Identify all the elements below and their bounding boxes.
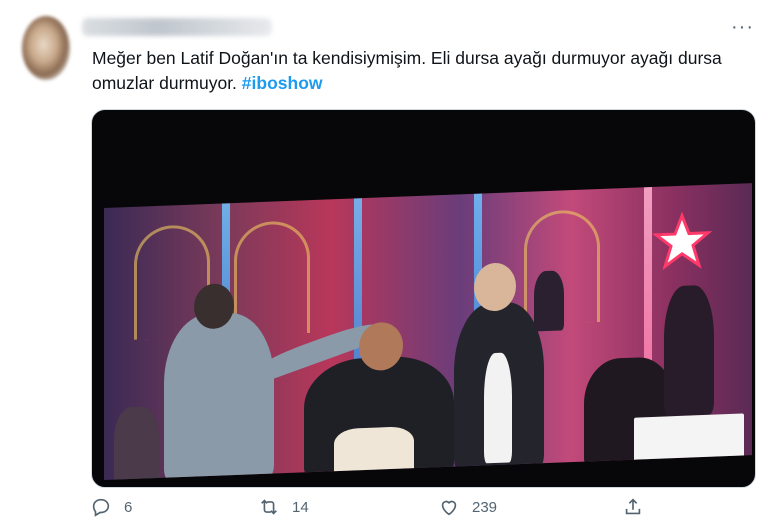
blurred-username	[82, 18, 272, 36]
avatar[interactable]	[22, 16, 70, 80]
heart-icon	[441, 500, 457, 516]
reply-count: 6	[124, 498, 133, 516]
tweet-actions: 6 14 239	[90, 496, 750, 520]
star-logo-icon	[652, 211, 712, 271]
retweet-icon	[261, 499, 277, 515]
tweet-body: Meğer ben Latif Doğan'ın ta kendisiymişi…	[92, 48, 722, 93]
share-icon	[625, 498, 641, 515]
share-button[interactable]	[622, 496, 656, 518]
tweet-media[interactable]	[91, 109, 756, 488]
reply-button[interactable]: 6	[90, 496, 132, 518]
like-count: 239	[472, 498, 498, 516]
hashtag-link[interactable]: #iboshow	[242, 73, 323, 93]
tv-screen-photo	[104, 183, 752, 480]
more-icon[interactable]: ···	[731, 16, 754, 39]
tweet-text: Meğer ben Latif Doğan'ın ta kendisiymişi…	[92, 46, 762, 96]
retweet-button[interactable]: 14	[258, 496, 309, 518]
reply-icon	[92, 498, 110, 517]
retweet-count: 14	[292, 498, 309, 516]
like-button[interactable]: 239	[438, 496, 497, 518]
